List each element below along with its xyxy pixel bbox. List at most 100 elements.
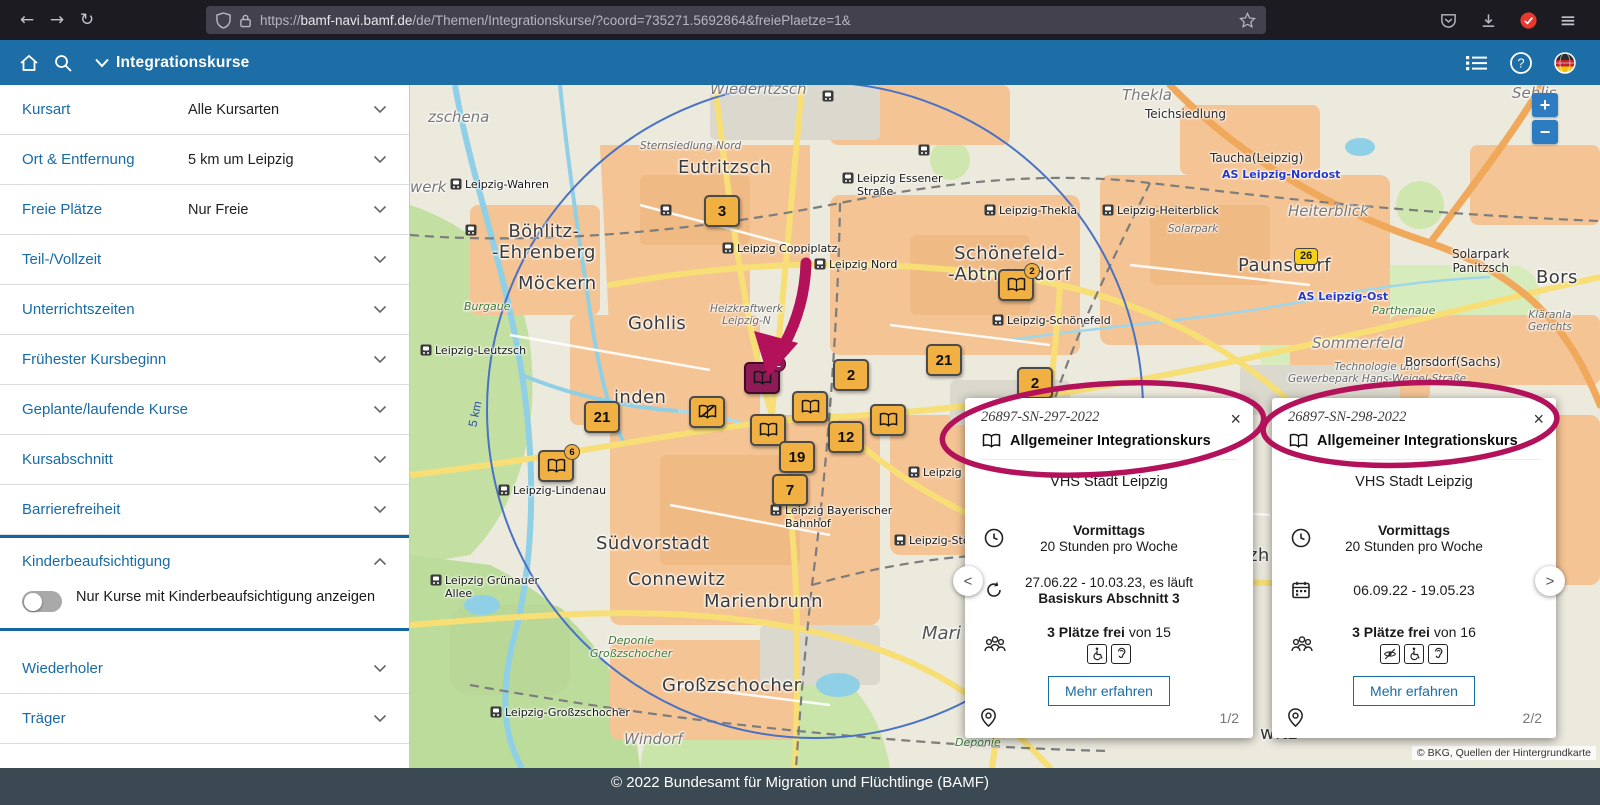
- map-label-text: Thekla: [1122, 86, 1172, 104]
- filter-row-fruehester-kursbeginn[interactable]: Frühester Kursbeginn: [0, 335, 409, 385]
- filter-row-unterrichtszeiten[interactable]: Unterrichtszeiten: [0, 285, 409, 335]
- map-station-label: [822, 90, 834, 102]
- prev-course-button[interactable]: <: [953, 566, 983, 596]
- zoom-out-button[interactable]: −: [1532, 120, 1558, 144]
- url-text[interactable]: https://bamf-navi.bamf.de/de/Themen/Inte…: [260, 13, 1231, 28]
- location-pin-icon[interactable]: [979, 707, 998, 728]
- open-book-icon: [698, 404, 716, 419]
- list-icon[interactable]: [1460, 46, 1494, 80]
- filter-row-traeger[interactable]: Träger: [0, 694, 409, 744]
- zoom-in-button[interactable]: +: [1532, 93, 1558, 117]
- course-marker[interactable]: 2: [1017, 367, 1053, 399]
- map-label-text: Kläranla Gerichts: [1528, 309, 1572, 334]
- filter-row-freie-plaetze[interactable]: Freie Plätze Nur Freie: [0, 185, 409, 235]
- filter-value: Alle Kursarten: [188, 101, 280, 118]
- search-icon[interactable]: [46, 46, 80, 80]
- filter-row-geplante-laufende-kurse[interactable]: Geplante/laufende Kurse: [0, 385, 409, 435]
- close-icon[interactable]: ×: [1533, 410, 1544, 428]
- course-marker[interactable]: 2: [833, 359, 869, 391]
- course-marker-highlighted[interactable]: 2: [744, 356, 786, 394]
- back-button[interactable]: ←: [12, 5, 42, 35]
- map-label-text: Leipzig-Lindenau: [513, 484, 607, 497]
- home-icon[interactable]: [12, 46, 46, 80]
- kinderbeaufsichtigung-toggle[interactable]: [22, 591, 62, 612]
- chevron-down-icon: [373, 205, 387, 214]
- filter-row-teil-vollzeit[interactable]: Teil-/Vollzeit: [0, 235, 409, 285]
- filter-row-barrierefreiheit[interactable]: Barrierefreiheit: [0, 485, 409, 535]
- menu-icon[interactable]: ≡: [1554, 6, 1582, 34]
- filter-row-ort-entfernung[interactable]: Ort & Entfernung 5 km um Leipzig: [0, 135, 409, 185]
- map-label-text: Bors: [1536, 267, 1578, 288]
- forward-button[interactable]: →: [42, 5, 72, 35]
- station-icon: [722, 242, 734, 254]
- calendar-icon: [1290, 579, 1312, 601]
- mehr-erfahren-button[interactable]: Mehr erfahren: [1353, 676, 1475, 706]
- star-icon[interactable]: [1239, 11, 1256, 29]
- filter-label: Träger: [22, 710, 66, 727]
- map-place-label: Heiterblick: [1288, 202, 1369, 221]
- station-icon: [465, 224, 477, 236]
- course-marker[interactable]: 19: [779, 441, 815, 473]
- station-icon: [908, 466, 920, 478]
- shield-icon[interactable]: [216, 11, 231, 29]
- extension-icon[interactable]: [1514, 6, 1542, 34]
- filter-label: Geplante/laufende Kurse: [22, 401, 188, 418]
- lock-icon[interactable]: [239, 13, 252, 28]
- language-globe-icon[interactable]: [1548, 46, 1582, 80]
- chevron-down-icon: [373, 355, 387, 364]
- course-marker[interactable]: [870, 404, 906, 436]
- url-scheme: https://: [260, 12, 301, 28]
- pocket-icon[interactable]: [1434, 6, 1462, 34]
- filter-row-kursabschnitt[interactable]: Kursabschnitt: [0, 435, 409, 485]
- accessibility-icons: [1007, 644, 1211, 664]
- map[interactable]: WiederitzschTheklaTeichsiedlungSehliszsc…: [410, 85, 1600, 768]
- course-marker[interactable]: [792, 391, 828, 423]
- next-course-button[interactable]: >: [1535, 566, 1565, 596]
- map-place-label: Solarpark Panitzsch: [1452, 247, 1509, 275]
- open-book-icon: [801, 399, 819, 414]
- course-id: 26897-SN-297-2022: [981, 409, 1100, 425]
- filter-row-kursart[interactable]: Kursart Alle Kursarten: [0, 85, 409, 135]
- download-icon[interactable]: [1474, 6, 1502, 34]
- mehr-erfahren-button[interactable]: Mehr erfahren: [1048, 676, 1170, 706]
- map-place-label: Connewitz: [628, 569, 725, 590]
- course-marker[interactable]: 21: [584, 401, 620, 433]
- hearing-icon: [1111, 644, 1131, 664]
- location-pin-icon[interactable]: [1286, 707, 1305, 728]
- help-icon[interactable]: ?: [1504, 46, 1538, 80]
- course-marker[interactable]: 6: [538, 444, 580, 482]
- reload-button[interactable]: ↻: [72, 5, 102, 35]
- map-label-text: Leipzig Bayerischer Bahnhof: [785, 504, 893, 530]
- course-marker[interactable]: 7: [772, 474, 808, 506]
- station-icon: [992, 314, 1004, 326]
- map-label-text: Leipzig-Schönefeld: [1007, 314, 1111, 327]
- filter-row-wiederholer[interactable]: Wiederholer: [0, 644, 409, 694]
- chevron-down-icon[interactable]: [94, 58, 110, 68]
- accessibility-icons: [1314, 644, 1514, 664]
- station-icon: [894, 534, 906, 546]
- course-marker[interactable]: [689, 396, 725, 428]
- map-label-text: Sommerfeld: [1312, 334, 1404, 352]
- station-icon: [822, 90, 834, 102]
- course-provider: VHS Stadt Leipzig: [1355, 474, 1473, 490]
- map-station-label: Leipzig-Großzschocher: [490, 706, 630, 720]
- period-dates: 27.06.22 - 10.03.23, es läuft: [1024, 575, 1194, 590]
- map-label-text: Sternsiedlung Nord: [640, 140, 742, 152]
- map-place-label: Marienbrunn: [704, 591, 823, 612]
- course-marker[interactable]: 12: [828, 421, 864, 453]
- map-label-text: Windorf: [624, 730, 683, 748]
- filter-row-kinderbeaufsichtigung[interactable]: Kinderbeaufsichtigung: [0, 538, 409, 584]
- map-place-label: Böhlitz- -Ehrenberg: [492, 221, 596, 263]
- course-marker[interactable]: 3: [704, 195, 740, 227]
- course-marker[interactable]: 21: [926, 344, 962, 376]
- map-place-label: Sternsiedlung Nord: [640, 140, 741, 152]
- open-book-icon: [547, 458, 565, 473]
- close-icon[interactable]: ×: [1230, 410, 1241, 428]
- map-station-label: Leipzig Grünauer Allee: [430, 574, 539, 601]
- map-place-label: Borsdorf(Sachs): [1405, 355, 1501, 369]
- seats-free: 3 Plätze frei: [1047, 624, 1125, 640]
- seats-row: 3 Plätze frei von 16: [1288, 624, 1540, 664]
- course-marker[interactable]: 2: [998, 263, 1040, 301]
- url-bar[interactable]: https://bamf-navi.bamf.de/de/Themen/Inte…: [206, 6, 1266, 34]
- map-station-label: [465, 224, 477, 236]
